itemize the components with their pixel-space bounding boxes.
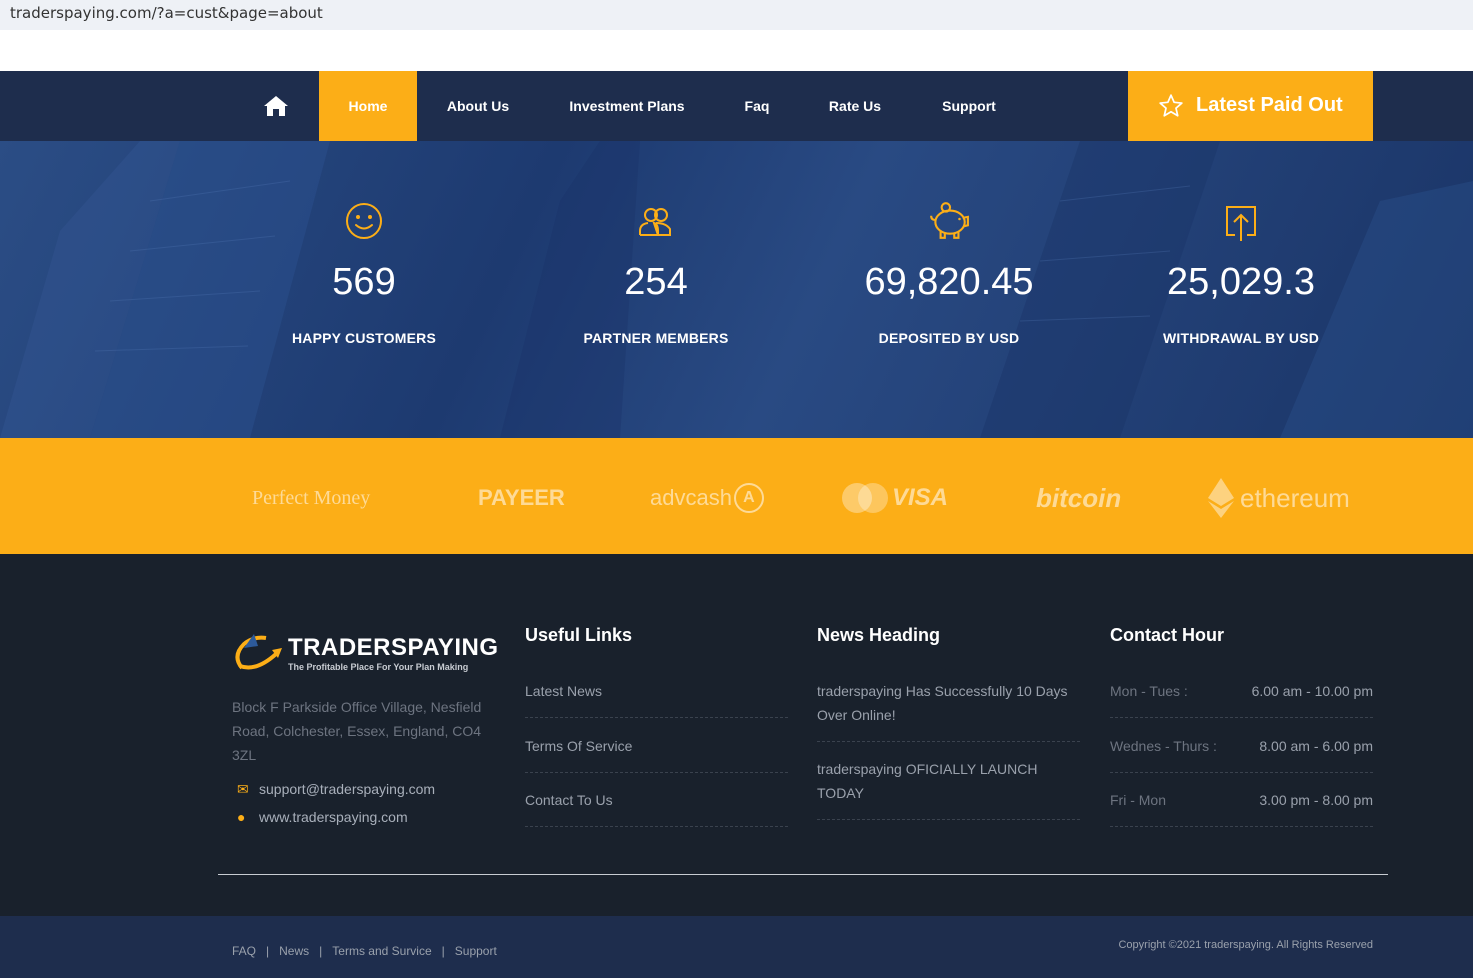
url-text[interactable]: traderspaying.com/?a=cust&page=about [10, 4, 323, 22]
nav-support[interactable]: Support [930, 71, 1008, 141]
hour-day: Wednes - Thurs : [1110, 738, 1217, 754]
advcash-mark-icon: A [733, 483, 764, 513]
stat-withdrawal: 25,029.3 WITHDRAWAL BY USD [1095, 141, 1387, 438]
bottom-link-support[interactable]: Support [455, 944, 497, 958]
nav-faq[interactable]: Faq [732, 71, 782, 141]
contact-hour-title: Contact Hour [1110, 625, 1224, 645]
envelope-icon: ✉ [237, 781, 249, 797]
users-icon [639, 208, 671, 236]
stat-label: PARTNER MEMBERS [583, 330, 729, 346]
piggy-bank-icon [930, 202, 969, 239]
stats-section: 569 HAPPY CUSTOMERS 254 PARTNER MEMBERS … [0, 141, 1473, 438]
visa-text: VISA [892, 484, 949, 511]
logo-title: TRADERSPAYING [288, 634, 499, 661]
star-icon [1159, 94, 1183, 117]
footer-divider [218, 874, 1388, 875]
copyright: Copyright ©2021 traderspaying. All Right… [1118, 939, 1373, 951]
news-heading-title: News Heading [817, 625, 941, 645]
logo-tagline: The Profitable Place For Your Plan Makin… [288, 662, 469, 672]
nav-rate-us[interactable]: Rate Us [815, 71, 895, 141]
perfect-money-logo: Perfect Money [252, 486, 371, 509]
nav-about-us[interactable]: About Us [433, 71, 523, 141]
bottom-links: FAQ | News | Terms and Survice | Support [232, 944, 497, 958]
company-address: Block F Parkside Office Village, Nesfiel… [232, 699, 482, 763]
bottom-link-news[interactable]: News [279, 944, 309, 958]
news-item[interactable]: traderspaying OFICIALLY LAUNCH TODAY [817, 757, 1080, 820]
stat-deposited: 69,820.45 DEPOSITED BY USD [803, 141, 1095, 438]
globe-icon: ● [237, 809, 246, 825]
stat-label: WITHDRAWAL BY USD [1162, 330, 1320, 346]
link-latest-news[interactable]: Latest News [525, 679, 788, 718]
stat-label: DEPOSITED BY USD [878, 330, 1020, 346]
payeer-logo: PAYEER [478, 485, 565, 510]
separator: | [319, 944, 323, 958]
stat-partner-members: 254 PARTNER MEMBERS [510, 141, 802, 438]
site-logo[interactable]: TRADERSPAYING The Profitable Place For Y… [232, 628, 499, 678]
upload-icon [1226, 206, 1256, 241]
stat-value: 69,820.45 [864, 261, 1034, 303]
separator: | [266, 944, 270, 958]
bottom-link-faq[interactable]: FAQ [232, 944, 256, 958]
advcash-logo: advcash A [650, 478, 765, 518]
link-terms-of-service[interactable]: Terms Of Service [525, 734, 788, 773]
latest-paid-out-button[interactable]: Latest Paid Out [1128, 71, 1373, 141]
payment-methods: Perfect Money PAYEER advcash A VISA bitc… [0, 438, 1473, 554]
stat-value: 569 [332, 261, 396, 303]
hour-row: Mon - Tues : 6.00 am - 10.00 pm [1110, 679, 1373, 718]
home-icon[interactable] [262, 94, 290, 118]
stat-label: HAPPY CUSTOMERS [291, 330, 437, 346]
useful-links-title: Useful Links [525, 625, 633, 645]
nav-home[interactable]: Home [319, 71, 417, 141]
stat-value: 254 [624, 261, 688, 303]
mastercard-visa-logo: VISA [842, 478, 952, 518]
mastercard-icon [842, 483, 888, 513]
logo-swoosh-icon [235, 634, 282, 670]
bitcoin-logo: bitcoin [1036, 482, 1122, 513]
hour-row: Wednes - Thurs : 8.00 am - 6.00 pm [1110, 734, 1373, 773]
email-line[interactable]: ✉ support@traderspaying.com [237, 781, 435, 798]
footer: TRADERSPAYING The Profitable Place For Y… [0, 554, 1473, 916]
email-text[interactable]: support@traderspaying.com [259, 781, 435, 797]
hour-day: Mon - Tues : [1110, 683, 1188, 699]
separator: | [441, 944, 445, 958]
bottom-link-terms[interactable]: Terms and Survice [332, 944, 431, 958]
main-nav: Home About Us Investment Plans Faq Rate … [0, 71, 1473, 141]
top-spacer [0, 30, 1473, 71]
ethereum-text: ethereum [1240, 482, 1350, 513]
smiley-icon [346, 203, 382, 239]
ethereum-icon [1208, 478, 1234, 518]
news-item[interactable]: traderspaying Has Successfully 10 Days O… [817, 679, 1080, 742]
nav-investment-plans[interactable]: Investment Plans [557, 71, 697, 141]
stat-happy-customers: 569 HAPPY CUSTOMERS [218, 141, 510, 438]
hour-time: 3.00 pm - 8.00 pm [1259, 792, 1373, 808]
ethereum-logo: ethereum [1208, 478, 1350, 518]
hour-row: Fri - Mon 3.00 pm - 8.00 pm [1110, 788, 1373, 827]
website-text[interactable]: www.traderspaying.com [259, 809, 408, 825]
advcash-text: advcash [650, 485, 732, 510]
hour-time: 6.00 am - 10.00 pm [1251, 683, 1373, 699]
hour-time: 8.00 am - 6.00 pm [1259, 738, 1373, 754]
link-contact-to-us[interactable]: Contact To Us [525, 788, 788, 827]
bottom-bar: FAQ | News | Terms and Survice | Support Copyr… [0, 916, 1473, 978]
website-line[interactable]: ● www.traderspaying.com [237, 809, 408, 825]
hour-day: Fri - Mon [1110, 792, 1166, 808]
stat-value: 25,029.3 [1167, 261, 1315, 303]
latest-paid-out-label: Latest Paid Out [1196, 94, 1343, 116]
browser-url-bar[interactable]: traderspaying.com/?a=cust&page=about [0, 0, 1473, 30]
